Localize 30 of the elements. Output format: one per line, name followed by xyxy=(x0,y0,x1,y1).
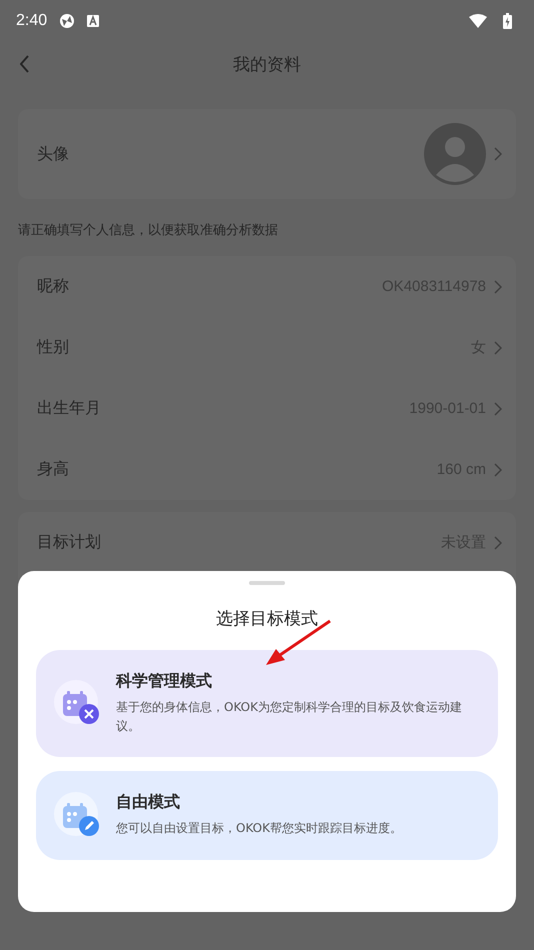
avatar-row[interactable]: 头像 xyxy=(18,109,516,199)
chevron-icon xyxy=(494,402,502,416)
row-label: 身高 xyxy=(37,459,69,480)
option-description: 基于您的身体信息，OKOK为您定制科学合理的目标及饮食运动建议。 xyxy=(116,698,463,735)
wifi-icon xyxy=(469,14,487,28)
chevron-icon xyxy=(494,147,502,161)
app-icon xyxy=(59,13,76,29)
chevron-icon xyxy=(494,536,502,550)
page-title: 我的资料 xyxy=(233,54,301,76)
chevron-icon xyxy=(494,340,502,354)
back-icon[interactable] xyxy=(20,55,30,73)
row-label: 性别 xyxy=(37,337,69,358)
avatar-icon xyxy=(424,123,486,185)
notification-icon xyxy=(87,15,100,27)
battery-charging-icon xyxy=(503,13,512,29)
option-title: 科学管理模式 xyxy=(116,670,213,692)
status-time: 2:40 xyxy=(16,12,48,30)
mode-option[interactable]: 科学管理模式 基于您的身体信息，OKOK为您定制科学合理的目标及饮食运动建议。 xyxy=(36,650,498,757)
row-label: 目标计划 xyxy=(37,532,101,553)
option-description: 您可以自由设置目标，OKOK帮您实时跟踪目标进度。 xyxy=(116,820,402,838)
chevron-icon xyxy=(494,462,502,476)
row-label: 昵称 xyxy=(37,276,69,297)
mode-option[interactable]: 自由模式 您可以自由设置目标，OKOK帮您实时跟踪目标进度。 xyxy=(36,771,498,860)
option-title: 自由模式 xyxy=(116,792,181,814)
row-label: 出生年月 xyxy=(37,398,101,419)
hint-text: 请正确填写个人信息，以便获取准确分析数据 xyxy=(18,222,279,239)
chevron-icon xyxy=(494,280,502,294)
sheet-title: 选择目标模式 xyxy=(215,608,319,630)
drag-handle[interactable] xyxy=(249,581,285,585)
row-label: 头像 xyxy=(37,144,69,164)
